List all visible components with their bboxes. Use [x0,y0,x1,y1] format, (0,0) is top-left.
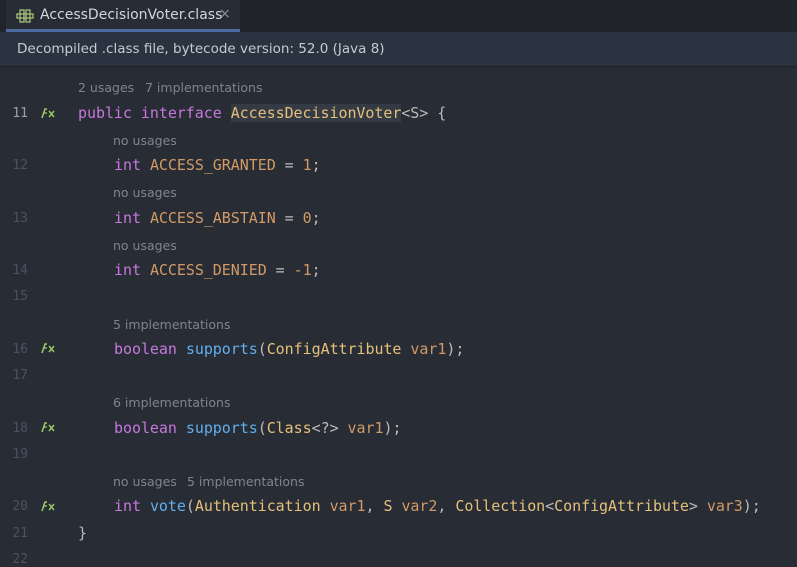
type-name: Class [266,419,312,437]
line-number: 18 [12,421,28,436]
code-line-20[interactable]: int vote(Authentication var1, S var2, Co… [114,497,761,515]
constant-name: ACCESS_ABSTAIN [149,209,276,227]
code-text: ); [383,419,402,437]
method-name: vote [149,497,186,515]
number-literal: 0 [302,209,312,227]
usages-hint: no usages [113,474,177,489]
line-number: 20 [12,499,28,514]
closing-brace: } [78,524,87,542]
code-text: ( [185,497,195,515]
keyword: public [78,104,132,122]
parameter-name: var1 [410,340,447,358]
code-text: > [688,497,698,515]
type-name: ConfigAttribute [554,497,689,515]
keyword: int [114,497,141,515]
type-name: ConfigAttribute [266,340,402,358]
code-text: <S> { [401,104,447,122]
keyword: boolean [114,340,177,358]
usages-hint: no usages [113,238,177,253]
implementations-hint[interactable]: 7 implementations [145,80,262,95]
line-number: 11 [12,106,28,121]
line-number: 19 [12,447,28,462]
implemented-method-icon[interactable] [40,106,56,120]
constant-name: ACCESS_GRANTED [149,156,276,174]
line-number: 12 [12,158,28,173]
keyword: boolean [114,419,177,437]
parameter-name: var1 [347,419,384,437]
implementations-hint[interactable]: 6 implementations [113,395,230,410]
type-name: Collection [455,497,546,515]
code-text: ; [311,156,321,174]
code-line-21[interactable]: } [78,524,87,542]
code-text: ; [311,209,321,227]
interface-name: AccessDecisionVoter [230,104,402,122]
line-number: 16 [12,342,28,357]
tab-access-decision-voter[interactable]: AccessDecisionVoter.class × [6,0,240,32]
parameter-name: var1 [329,497,366,515]
code-editor[interactable]: 2 usages 7 implementations no usages no … [0,67,797,567]
code-text: ); [446,340,465,358]
line-number: 14 [12,263,28,278]
number-literal: 1 [302,156,312,174]
implemented-method-icon[interactable] [40,420,56,434]
class-structure-icon [16,9,34,23]
line-number: 13 [12,211,28,226]
code-line-16[interactable]: boolean supports(ConfigAttribute var1); [114,340,464,358]
line-number: 21 [12,526,28,541]
line-number: 17 [12,368,28,383]
usages-hint: no usages [113,185,177,200]
parameter-name: var3 [706,497,743,515]
code-text: ); [742,497,761,515]
code-text: = [275,209,303,227]
decompiled-banner: Decompiled .class file, bytecode version… [0,32,797,67]
code-line-14[interactable]: int ACCESS_DENIED = -1; [114,261,321,279]
code-line-11[interactable]: public interface AccessDecisionVoter<S> … [78,104,446,122]
code-text: <?> [311,419,339,437]
implementations-hint[interactable]: 5 implementations [113,317,230,332]
code-line-18[interactable]: boolean supports(Class<?> var1); [114,419,402,437]
code-text: = [266,261,294,279]
usages-hint: no usages [113,133,177,148]
code-text: , [365,497,384,515]
usages-hint[interactable]: 2 usages [78,80,134,95]
editor-tab-bar: AccessDecisionVoter.class × [0,0,797,32]
number-literal: -1 [293,261,312,279]
method-name: supports [185,340,258,358]
type-name: S [383,497,393,515]
code-text: ( [257,340,267,358]
code-text: ; [311,261,321,279]
close-icon[interactable]: × [219,6,231,22]
tab-title: AccessDecisionVoter.class [40,7,223,23]
implemented-method-icon[interactable] [40,341,56,355]
keyword: int [114,209,141,227]
code-text: , [437,497,456,515]
banner-text: Decompiled .class file, bytecode version… [17,41,385,57]
line-number: 15 [12,289,28,304]
code-line-13[interactable]: int ACCESS_ABSTAIN = 0; [114,209,321,227]
keyword: int [114,156,141,174]
code-text: ( [257,419,267,437]
code-line-12[interactable]: int ACCESS_GRANTED = 1; [114,156,321,174]
implementations-hint[interactable]: 5 implementations [187,474,304,489]
code-text: = [275,156,303,174]
parameter-name: var2 [401,497,438,515]
method-name: supports [185,419,258,437]
keyword: interface [140,104,222,122]
type-name: Authentication [194,497,321,515]
constant-name: ACCESS_DENIED [149,261,267,279]
keyword: int [114,261,141,279]
code-text: < [545,497,555,515]
implemented-method-icon[interactable] [40,499,56,513]
